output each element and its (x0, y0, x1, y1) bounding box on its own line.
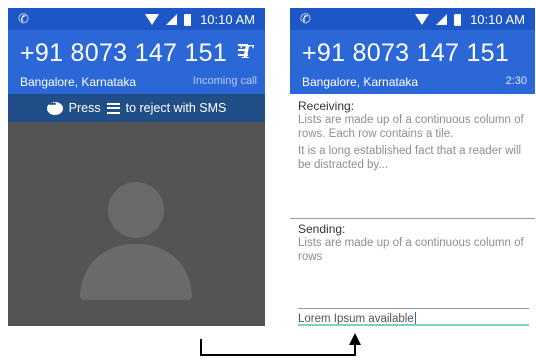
incoming-call-screen: ✆ 10:10 AM +91 8073 147 151 T Bangalore,… (8, 8, 265, 326)
status-bar: ✆ 10:10 AM (290, 8, 535, 30)
wifi-icon (415, 14, 430, 25)
status-time: 10:10 AM (200, 12, 255, 27)
avatar-head (108, 182, 164, 238)
signal-icon (166, 14, 178, 25)
caller-location: Bangalore, Karnataka (20, 75, 137, 89)
receiving-text-line-1: Lists are made up of a continuous column… (298, 114, 524, 140)
caller-avatar (8, 122, 265, 326)
rtt-call-screen: ✆ 10:10 AM +91 8073 147 151 Bangalore, K… (290, 8, 535, 326)
menu-icon (106, 102, 120, 114)
phone-call-icon: ✆ (300, 11, 311, 26)
input-underline (298, 324, 529, 326)
battery-icon (454, 13, 462, 26)
status-bar: ✆ 10:10 AM (8, 8, 265, 30)
receiving-section: Receiving: Lists are made up of a contin… (290, 96, 535, 212)
wifi-icon (145, 14, 160, 25)
arrow-up-icon (349, 333, 361, 345)
connector-line-bottom (200, 354, 355, 356)
status-time: 10:10 AM (470, 12, 525, 27)
caller-header: +91 8073 147 151 T Bangalore, Karnataka … (8, 30, 265, 94)
rtt-message-input[interactable]: Lorem Ipsum available (298, 308, 529, 326)
caller-location: Bangalore, Karnataka (302, 75, 419, 89)
caller-header: +91 8073 147 151 Bangalore, Karnataka 2:… (290, 30, 535, 94)
call-duration: 2:30 (505, 75, 527, 87)
call-status: Incoming call (192, 75, 257, 87)
sending-label: Sending: (298, 222, 346, 236)
reject-press-label: Press (68, 101, 101, 115)
rtt-icon[interactable]: T (237, 42, 253, 63)
receiving-text: Lists are made up of a continuous column… (298, 113, 529, 172)
battery-icon (184, 13, 192, 26)
phone-call-icon: ✆ (18, 11, 29, 26)
reject-sms-label: to reject with SMS (125, 101, 227, 115)
message-bubble-icon (46, 99, 63, 115)
sending-text: Lists are made up of a continuous column… (298, 237, 524, 263)
signal-icon (436, 14, 448, 25)
caller-number: +91 8073 147 151 (20, 39, 228, 67)
receiving-text-line-2: It is a long established fact that a rea… (298, 145, 522, 171)
avatar-body (80, 244, 192, 300)
reject-with-sms-bar[interactable]: Press to reject with SMS (8, 94, 265, 122)
sending-section: Sending: Lists are made up of a continuo… (290, 218, 535, 304)
receiving-label: Receiving: (298, 99, 355, 113)
caller-number: +91 8073 147 151 (302, 39, 510, 67)
